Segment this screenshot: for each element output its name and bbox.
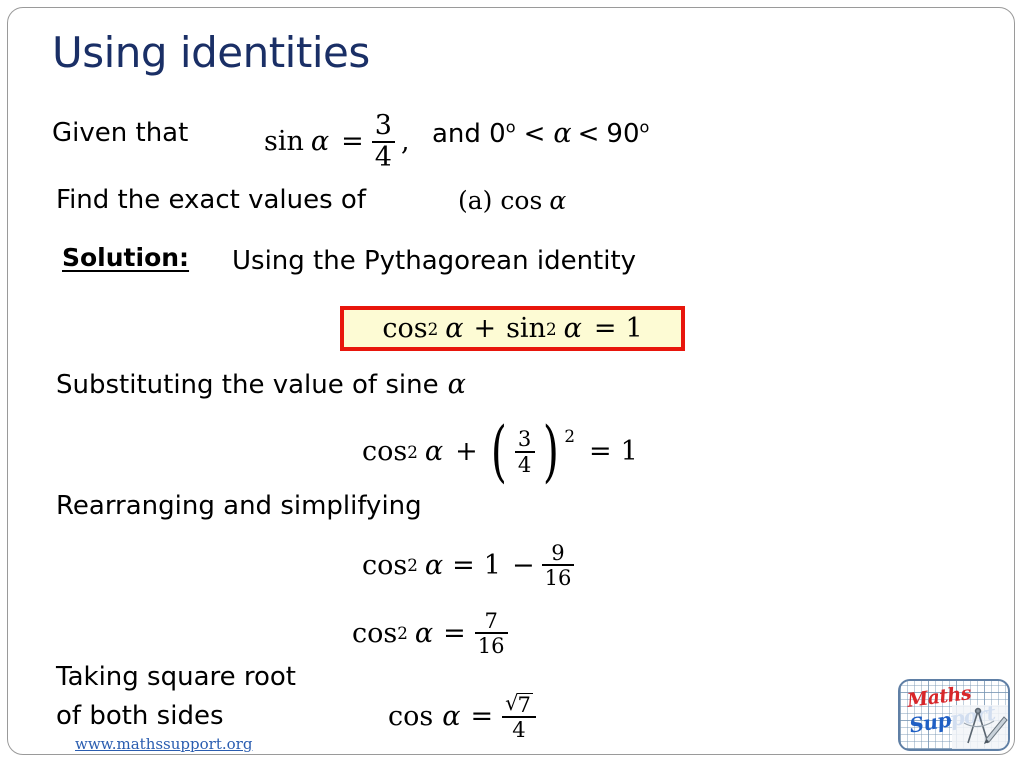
sub-eq-paren-power: 2: [564, 426, 576, 446]
given-range-prefix: and 0: [432, 119, 506, 149]
square-root-icon: √ 7: [505, 692, 533, 715]
final-equals: =: [470, 700, 494, 732]
question-part-a: (a) cos α: [458, 186, 566, 215]
eq1-one: 1: [483, 549, 501, 581]
right-paren: ): [542, 413, 559, 490]
given-lead-text: Given that: [52, 118, 189, 148]
pythagorean-identity-box: cos 2 α + sin 2 α = 1: [340, 306, 685, 351]
eq2-equals: =: [443, 617, 466, 649]
eq1-alpha: α: [424, 549, 444, 581]
substituting-text: Substituting the value of sine α: [56, 369, 466, 400]
sub-eq-alpha: α: [424, 436, 444, 468]
given-range-alpha: α: [553, 118, 572, 149]
eq1-minus: −: [511, 549, 535, 581]
given-comma: ,: [400, 126, 410, 158]
final-text-line1: Taking square root: [56, 662, 297, 692]
rearranging-equation-1: cos 2 α = 1 − 9 16: [362, 542, 577, 589]
mathssupport-logo: Maths Support: [898, 679, 1010, 751]
sub-eq-plus: +: [455, 436, 478, 468]
final-alpha: α: [442, 700, 461, 732]
given-range-max: 90: [606, 119, 640, 149]
question-text: Find the exact values of: [56, 185, 366, 215]
left-paren: (: [490, 413, 507, 490]
sub-eq-fraction: 3 4: [514, 426, 535, 477]
eq1-cos: cos: [362, 549, 408, 581]
eq2-fraction: 7 16: [474, 608, 508, 659]
substituting-label: Substituting the value of sine: [56, 370, 439, 400]
given-alpha: α: [310, 126, 330, 158]
degree-symbol-min: o: [505, 117, 516, 137]
eq2-cos: cos: [352, 617, 398, 649]
eq2-fraction-denominator: 16: [477, 633, 505, 659]
rearranging-text: Rearranging and simplifying: [56, 491, 422, 521]
given-sin-label: sin: [264, 126, 304, 158]
final-radicand: 7: [516, 692, 533, 717]
sub-eq-equals: =: [589, 436, 612, 468]
solution-label: Solution:: [62, 243, 190, 272]
sub-eq-cos: cos: [362, 436, 408, 468]
given-less-than-1: <: [523, 119, 546, 149]
identity-equals: =: [593, 313, 617, 344]
eq2-fraction-numerator: 7: [484, 608, 498, 633]
solution-intro: Using the Pythagorean identity: [232, 246, 637, 276]
eq1-fraction: 9 16: [541, 540, 575, 591]
final-fraction-numerator: √ 7: [502, 692, 536, 715]
final-fraction-denominator: 4: [512, 717, 526, 743]
identity-plus: +: [473, 313, 497, 344]
sub-eq-parenthesized-fraction: ( 3 4 ) 2: [486, 413, 576, 490]
final-equation: cos α = √ 7 4: [388, 692, 539, 741]
given-range: and 0o < α <90o: [432, 118, 649, 149]
eq1-equals: =: [452, 549, 475, 581]
slide: Using identities Given that sin α = 3 4 …: [0, 0, 1024, 768]
eq1-fraction-denominator: 16: [544, 565, 572, 591]
part-alpha: α: [549, 186, 567, 215]
given-equation: sin α = 3 4 ,: [264, 112, 410, 171]
identity-alpha-2: α: [563, 313, 582, 344]
final-text-line2: of both sides: [56, 701, 224, 731]
given-equals: =: [341, 126, 364, 158]
degree-symbol-max: o: [639, 117, 650, 137]
mathssupport-link[interactable]: www.mathssupport.org: [75, 735, 252, 753]
given-fraction: 3 4: [371, 110, 395, 173]
compass-pencil-icon: [952, 705, 1008, 749]
given-fraction-numerator: 3: [374, 110, 392, 141]
final-fraction: √ 7 4: [502, 692, 536, 741]
rearranging-equation-2: cos 2 α = 7 16: [352, 610, 511, 657]
substituting-alpha: α: [447, 369, 466, 400]
part-cos-label: cos: [500, 186, 543, 215]
identity-result: 1: [625, 313, 643, 344]
page-title: Using identities: [52, 28, 370, 77]
sub-eq-fraction-denominator: 4: [517, 451, 532, 477]
identity-sin: sin: [506, 313, 546, 344]
eq2-alpha: α: [414, 617, 434, 649]
part-label: (a): [458, 186, 493, 215]
identity-alpha-1: α: [445, 313, 464, 344]
sub-eq-fraction-numerator: 3: [517, 426, 532, 452]
sub-eq-result: 1: [620, 436, 638, 468]
given-less-than-2: <: [577, 119, 600, 149]
substituting-equation: cos 2 α + ( 3 4 ) 2 = 1: [362, 413, 638, 490]
final-cos: cos: [388, 700, 434, 732]
identity-cos: cos: [382, 313, 428, 344]
eq1-fraction-numerator: 9: [551, 540, 565, 565]
given-fraction-denominator: 4: [374, 141, 392, 173]
